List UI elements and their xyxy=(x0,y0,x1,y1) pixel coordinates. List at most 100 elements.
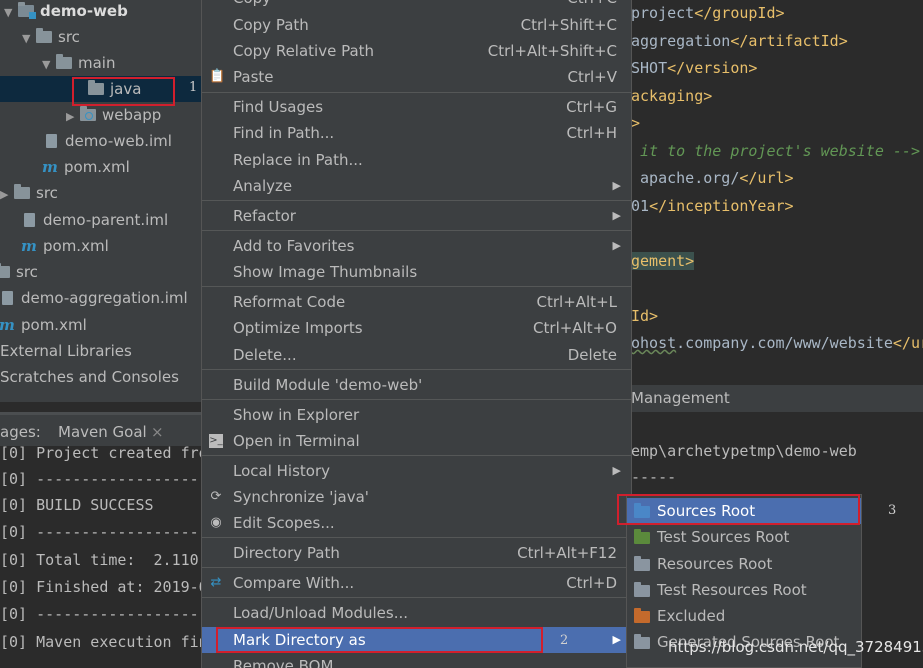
tree-item-src[interactable]: ▼ src xyxy=(22,24,80,50)
code-line: apache.org/</url> xyxy=(631,169,794,187)
console-line: [0] Total time: 2.110 xyxy=(0,551,199,569)
code-line: Id> xyxy=(631,307,659,325)
resources-folder-icon xyxy=(634,556,650,571)
code-line: 01</inceptionYear> xyxy=(631,197,794,215)
refresh-icon: ⟳ xyxy=(210,489,222,504)
iml-file-icon xyxy=(24,213,35,227)
annotation-2: 2 xyxy=(560,633,569,648)
web-folder-icon xyxy=(80,106,96,121)
code-line: > xyxy=(631,114,641,132)
submenu-item-resources-root[interactable]: Resources Root xyxy=(627,551,861,577)
chevron-down-icon[interactable]: ▼ xyxy=(42,52,56,78)
tree-item-src[interactable]: src xyxy=(0,259,38,285)
tree-item-demo-web-iml[interactable]: demo-web.iml xyxy=(46,128,172,154)
menu-item-copy-relative-path[interactable]: Copy Relative Path Ctrl+Alt+Shift+C xyxy=(202,38,631,64)
annotation-3: 3 xyxy=(888,503,897,518)
submenu-item-test-resources-root[interactable]: Test Resources Root xyxy=(627,577,861,603)
highlight-box-sources-root xyxy=(617,494,860,525)
code-line: gement> xyxy=(631,252,695,270)
menu-item-open-in-terminal[interactable]: >_ Open in Terminal xyxy=(202,428,631,454)
menu-separator xyxy=(202,369,631,370)
scope-icon: ◉ xyxy=(210,515,222,530)
maven-icon: m xyxy=(21,237,37,255)
console-line: [0] ------------------- xyxy=(0,605,205,623)
console-line: emp\archetypetmp\demo-web xyxy=(631,442,857,460)
tree-item-demo-web[interactable]: ▼ demo-web xyxy=(4,0,128,24)
console-line: ----- xyxy=(631,468,677,486)
menu-item-refactor[interactable]: Refactor ▶ xyxy=(202,203,631,229)
annotation-1: 1 xyxy=(189,80,198,95)
maven-tabs: ages: Maven Goal × xyxy=(0,412,205,446)
highlight-box-java xyxy=(72,77,175,106)
menu-item-remove-bom[interactable]: Remove BOM xyxy=(202,653,631,668)
tree-item-scratches[interactable]: Scratches and Consoles xyxy=(0,364,179,390)
code-line: SHOT</version> xyxy=(631,59,758,77)
menu-separator xyxy=(202,597,631,598)
menu-separator xyxy=(202,537,631,538)
tree-item-pom-xml[interactable]: m pom.xml xyxy=(21,233,109,259)
menu-item-local-history[interactable]: Local History ▶ xyxy=(202,458,631,484)
menu-item-directory-path[interactable]: Directory Path Ctrl+Alt+F12 xyxy=(202,540,631,566)
tab-messages[interactable]: ages: xyxy=(0,421,41,443)
tree-item-src[interactable]: ▶ src xyxy=(0,180,58,206)
tree-item-demo-parent-iml[interactable]: demo-parent.iml xyxy=(24,207,168,233)
chevron-right-icon[interactable]: ▶ xyxy=(66,104,80,130)
menu-item-delete[interactable]: Delete... Delete xyxy=(202,342,631,368)
tab-maven-goal[interactable]: Maven Goal xyxy=(58,421,147,443)
close-icon[interactable]: × xyxy=(151,421,164,443)
menu-item-build-module[interactable]: Build Module 'demo-web' xyxy=(202,372,631,398)
maven-icon: m xyxy=(42,158,58,176)
project-tree: ▼ demo-web ▼ src ▼ main java ▶ webapp demo-w… xyxy=(0,0,205,402)
test-resources-folder-icon xyxy=(634,582,650,597)
iml-file-icon xyxy=(46,134,57,148)
menu-item-copy-path[interactable]: Copy Path Ctrl+Shift+C xyxy=(202,12,631,38)
menu-separator xyxy=(202,455,631,456)
menu-item-analyze[interactable]: Analyze ▶ xyxy=(202,173,631,199)
maven-console-right: emp\archetypetmp\demo-web ----- xyxy=(631,436,923,496)
editor-pane[interactable]: project</groupId> aggregation</artifactI… xyxy=(631,0,923,385)
code-line: aggregation</artifactId> xyxy=(631,32,848,50)
submenu-arrow-icon: ▶ xyxy=(612,633,621,646)
menu-item-find-in-path[interactable]: Find in Path... Ctrl+H xyxy=(202,120,631,146)
console-line: [0] Project created fro xyxy=(0,446,205,462)
terminal-icon: >_ xyxy=(209,434,223,448)
chevron-down-icon[interactable]: ▼ xyxy=(22,26,36,52)
tree-item-main[interactable]: ▼ main xyxy=(42,50,115,76)
tree-item-pom-xml[interactable]: m pom.xml xyxy=(42,154,130,180)
console-line: [0] ------------------- xyxy=(0,470,205,488)
menu-item-copy[interactable]: CopyCtrl+C xyxy=(202,0,631,11)
submenu-item-test-sources-root[interactable]: Test Sources Root xyxy=(627,524,861,550)
menu-item-compare-with[interactable]: ⇄ Compare With... Ctrl+D xyxy=(202,570,631,596)
menu-item-edit-scopes[interactable]: ◉ Edit Scopes... xyxy=(202,510,631,536)
menu-item-reformat-code[interactable]: Reformat Code Ctrl+Alt+L xyxy=(202,289,631,315)
submenu-arrow-icon: ▶ xyxy=(612,209,621,222)
console-line: [0] Finished at: 2019-0 xyxy=(0,578,205,596)
menu-item-add-to-favorites[interactable]: Add to Favorites ▶ xyxy=(202,233,631,259)
console-line: [0] Maven execution fin xyxy=(0,633,205,651)
submenu-item-excluded[interactable]: Excluded xyxy=(627,603,861,629)
maven-icon: m xyxy=(0,316,15,334)
tree-item-demo-aggregation-iml[interactable]: demo-aggregation.iml xyxy=(2,285,188,311)
compare-icon: ⇄ xyxy=(210,575,222,590)
chevron-right-icon[interactable]: ▶ xyxy=(0,182,14,208)
test-sources-folder-icon xyxy=(634,529,650,544)
menu-item-load-unload-modules[interactable]: Load/Unload Modules... xyxy=(202,600,631,626)
code-line: ackaging> xyxy=(631,87,713,105)
menu-item-show-image-thumbnails[interactable]: Show Image Thumbnails xyxy=(202,259,631,285)
tree-item-pom-xml[interactable]: m pom.xml xyxy=(0,312,87,338)
watermark: https://blog.csdn.net/qq_37284915 xyxy=(668,638,923,656)
menu-item-paste[interactable]: 📋 Paste Ctrl+V xyxy=(202,64,631,90)
menu-item-show-in-explorer[interactable]: Show in Explorer xyxy=(202,402,631,428)
tree-item-external-libraries[interactable]: External Libraries xyxy=(0,338,132,364)
code-line: ohost.company.com/www/website</ur xyxy=(631,334,923,352)
maven-console: [0] Project created fro [0] ------------… xyxy=(0,446,205,668)
console-line: [0] BUILD SUCCESS xyxy=(0,496,154,514)
generated-sources-folder-icon xyxy=(634,634,650,649)
menu-item-replace-in-path[interactable]: Replace in Path... xyxy=(202,147,631,173)
excluded-folder-icon xyxy=(634,608,650,623)
menu-item-optimize-imports[interactable]: Optimize Imports Ctrl+Alt+O xyxy=(202,315,631,341)
menu-item-find-usages[interactable]: Find Usages Ctrl+G xyxy=(202,94,631,120)
submenu-arrow-icon: ▶ xyxy=(612,464,621,477)
menu-item-synchronize[interactable]: ⟳ Synchronize 'java' xyxy=(202,484,631,510)
chevron-down-icon[interactable]: ▼ xyxy=(4,0,18,26)
